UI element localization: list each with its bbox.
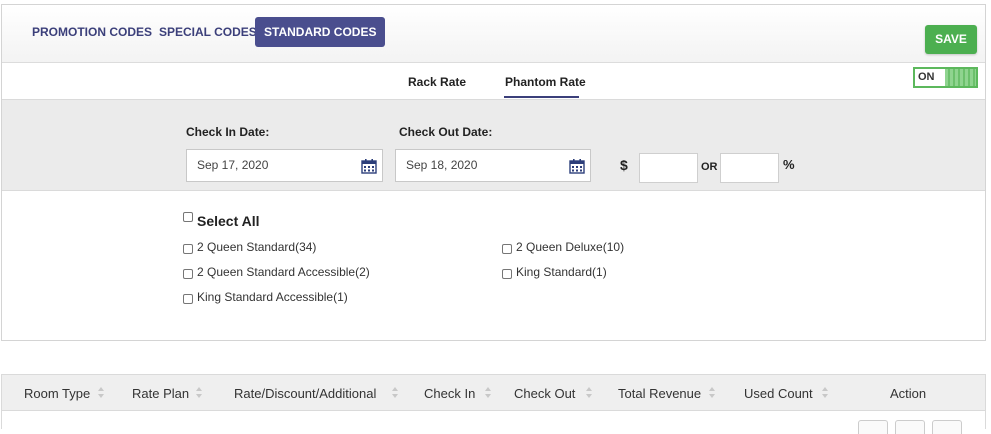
action-button[interactable] xyxy=(858,420,888,434)
column-header-room-type[interactable]: Room Type xyxy=(24,386,90,401)
save-button[interactable]: SAVE xyxy=(925,25,977,54)
rate-settings-panel: PROMOTION CODES SPECIAL CODES STANDARD C… xyxy=(1,4,986,341)
sort-icon[interactable] xyxy=(392,387,399,399)
select-all-label: Select All xyxy=(197,213,260,229)
date-filter-band: Check In Date: Sep 17, 2020 Check Out Da… xyxy=(2,99,985,191)
or-label: OR xyxy=(701,161,718,173)
check-out-date-input[interactable]: Sep 18, 2020 xyxy=(395,149,591,182)
rates-table-header: Room Type Rate Plan Rate/Discount/Additi… xyxy=(1,374,986,411)
room-checkbox-2-queen-deluxe[interactable] xyxy=(502,244,512,254)
tab-promotion-codes[interactable]: PROMOTION CODES xyxy=(32,17,152,47)
sort-icon[interactable] xyxy=(196,387,203,399)
tab-rack-rate[interactable]: Rack Rate xyxy=(408,75,466,89)
sort-icon[interactable] xyxy=(98,387,105,399)
room-checkbox-2-queen-standard-accessible[interactable] xyxy=(183,269,193,279)
room-checkbox-king-standard-accessible[interactable] xyxy=(183,294,193,304)
action-button[interactable] xyxy=(895,420,925,434)
sort-icon[interactable] xyxy=(822,387,829,399)
column-header-check-in[interactable]: Check In xyxy=(424,386,475,401)
amount-input[interactable] xyxy=(639,153,698,183)
top-bar: PROMOTION CODES SPECIAL CODES STANDARD C… xyxy=(2,5,985,63)
room-checkbox-king-standard[interactable] xyxy=(502,269,512,279)
check-in-date-value: Sep 17, 2020 xyxy=(197,158,269,172)
column-header-check-out[interactable]: Check Out xyxy=(514,386,575,401)
column-header-rate-plan[interactable]: Rate Plan xyxy=(132,386,189,401)
on-off-toggle[interactable]: ON xyxy=(913,67,978,88)
column-header-rate-discount-additional[interactable]: Rate/Discount/Additional xyxy=(234,386,376,401)
room-label-2-queen-standard-accessible: 2 Queen Standard Accessible(2) xyxy=(197,265,370,279)
toggle-label: ON xyxy=(918,71,935,83)
check-out-date-value: Sep 18, 2020 xyxy=(406,158,478,172)
currency-symbol: $ xyxy=(620,157,628,173)
select-all-checkbox[interactable] xyxy=(183,212,193,222)
sort-icon[interactable] xyxy=(709,387,716,399)
tab-special-codes[interactable]: SPECIAL CODES xyxy=(159,17,257,47)
action-button[interactable] xyxy=(932,420,962,434)
room-checkbox-2-queen-standard[interactable] xyxy=(183,244,193,254)
sort-icon[interactable] xyxy=(485,387,492,399)
calendar-icon[interactable] xyxy=(569,158,585,174)
tab-phantom-rate[interactable]: Phantom Rate xyxy=(505,75,586,89)
sort-icon[interactable] xyxy=(586,387,593,399)
check-in-date-input[interactable]: Sep 17, 2020 xyxy=(186,149,383,182)
column-header-total-revenue[interactable]: Total Revenue xyxy=(618,386,701,401)
column-header-used-count[interactable]: Used Count xyxy=(744,386,813,401)
table-row xyxy=(1,411,986,434)
column-header-action: Action xyxy=(890,386,927,401)
calendar-icon[interactable] xyxy=(361,158,377,174)
room-label-2-queen-deluxe: 2 Queen Deluxe(10) xyxy=(516,240,625,254)
toggle-knob xyxy=(945,69,976,86)
check-in-label: Check In Date: xyxy=(186,125,270,139)
tab-standard-codes[interactable]: STANDARD CODES xyxy=(255,17,386,47)
active-tab-underline xyxy=(504,96,579,98)
percent-symbol: % xyxy=(783,157,795,172)
percent-input[interactable] xyxy=(720,153,779,183)
room-label-2-queen-standard: 2 Queen Standard(34) xyxy=(197,240,317,254)
check-out-label: Check Out Date: xyxy=(399,125,493,139)
room-label-king-standard: King Standard(1) xyxy=(516,265,607,279)
room-label-king-standard-accessible: King Standard Accessible(1) xyxy=(197,290,348,304)
